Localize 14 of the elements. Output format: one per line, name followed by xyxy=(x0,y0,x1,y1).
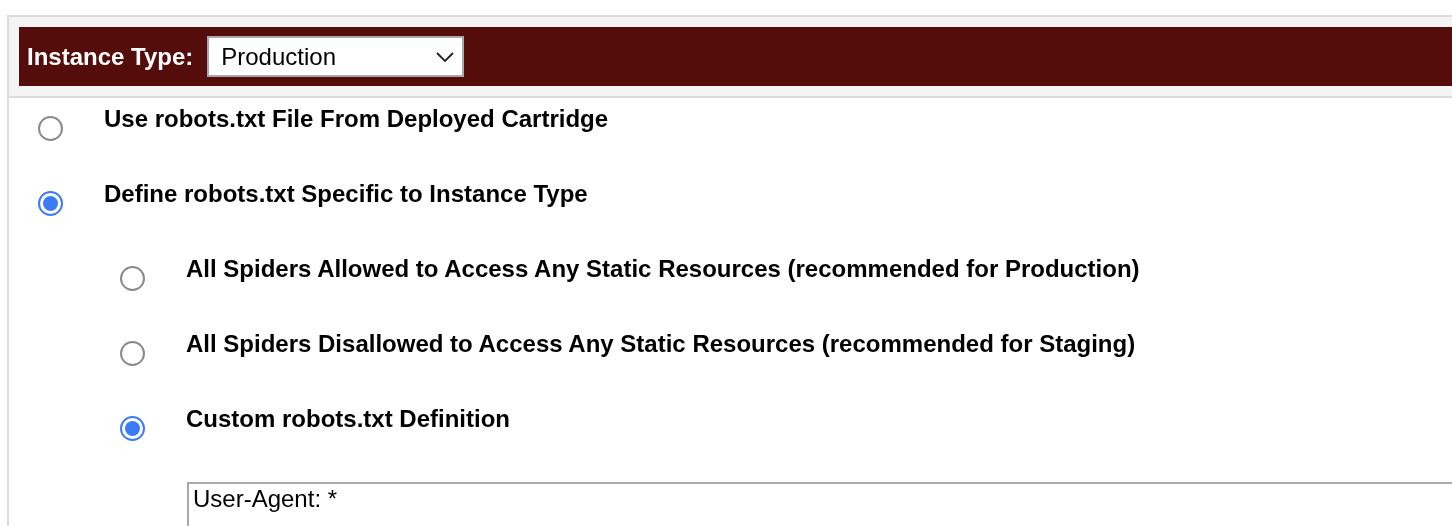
radio-label: Custom robots.txt Definition xyxy=(186,404,510,434)
custom-robots-textarea[interactable]: User-Agent: * xyxy=(187,482,1452,526)
radio-label: All Spiders Allowed to Access Any Static Resources (recommended for Production) xyxy=(186,254,1140,284)
radio-button[interactable] xyxy=(38,116,63,141)
radio-label: Define robots.txt Specific to Instance Type xyxy=(104,179,588,209)
chevron-down-icon xyxy=(436,51,455,62)
radio-button[interactable] xyxy=(120,266,145,291)
radio-label: All Spiders Disallowed to Access Any Static Resources (recommended for Staging) xyxy=(186,329,1136,359)
radio-button[interactable] xyxy=(120,341,145,366)
instance-type-select[interactable]: Production xyxy=(207,36,465,77)
radio-button[interactable] xyxy=(120,416,145,441)
radio-button[interactable] xyxy=(38,191,63,216)
instance-type-label: Instance Type: xyxy=(27,41,194,72)
radio-label: Use robots.txt File From Deployed Cartridge xyxy=(104,104,609,134)
